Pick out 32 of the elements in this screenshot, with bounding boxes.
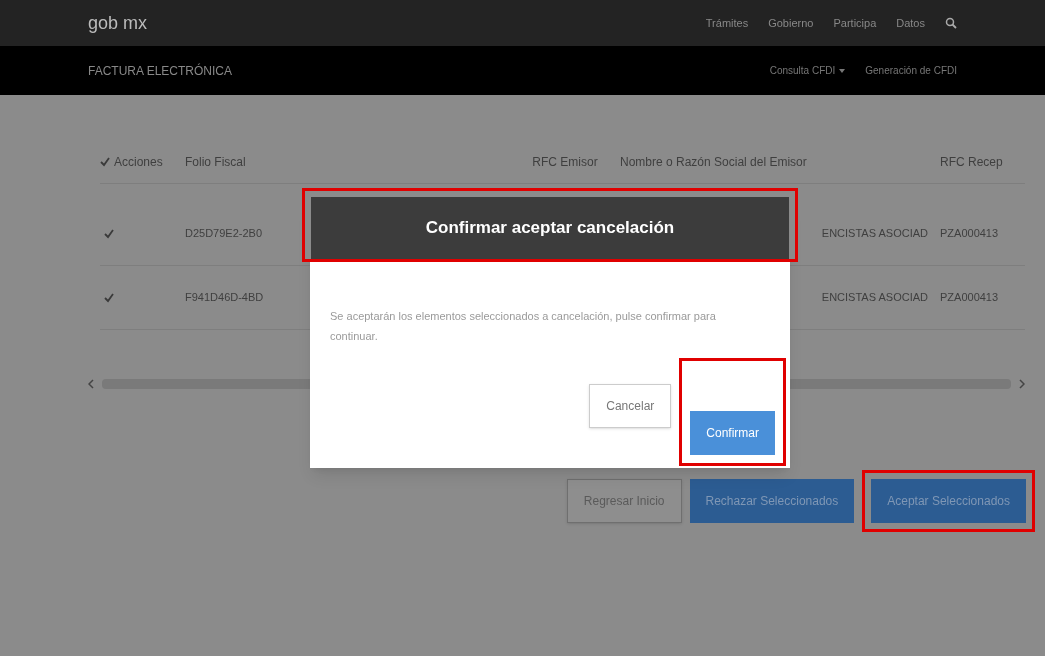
action-button[interactable]: Aceptar Seleccionados [871,479,1026,523]
nav-link[interactable]: Generación de CFDI [865,63,957,78]
search-icon[interactable] [945,17,957,29]
nav-link[interactable]: Participa [833,14,877,32]
table-cell: ENCISTAS ASOCIAD [821,227,928,240]
table-cell: F941D46D-4BD [185,291,264,304]
checkmark-icon[interactable] [100,156,110,167]
dialog-message: Se aceptarán los elementos seleccionados a cancelación, pulse confirmar para continuar. [329,309,717,344]
column-header: Acciones [114,153,163,171]
table-cell: ENCISTAS ASOCIAD [821,291,928,304]
dialog-button[interactable]: Confirmar [690,411,775,455]
dialog-button[interactable]: Cancelar [589,384,672,428]
table-cell: D25D79E2-2B0 [185,227,263,240]
logo[interactable]: gob mx [88,9,148,37]
column-header: RFC Emisor [532,153,598,171]
table-cell: PZA000413 [940,227,999,240]
nav-link[interactable]: Gobierno [768,14,814,32]
column-header: Folio Fiscal [185,153,246,171]
caret-icon [839,68,846,73]
action-button[interactable]: Rechazar Seleccionados [689,479,855,523]
dialog-title: Confirmar aceptar cancelación [425,217,675,240]
chevron-left-icon[interactable] [88,379,94,389]
chevron-right-icon[interactable] [1019,379,1025,389]
column-header: Nombre o Razón Social del Emisor [620,153,807,171]
checkmark-icon[interactable] [104,228,114,239]
table-cell: PZA000413 [940,291,999,304]
checkmark-icon[interactable] [104,292,114,303]
nav-link[interactable]: Consulta CFDI [769,63,846,78]
nav-link[interactable]: Trámites [705,14,749,32]
column-header: RFC Recep [940,153,1003,171]
nav-link[interactable]: Datos [896,14,925,32]
section-title: FACTURA ELECTRÓNICA [88,62,233,80]
